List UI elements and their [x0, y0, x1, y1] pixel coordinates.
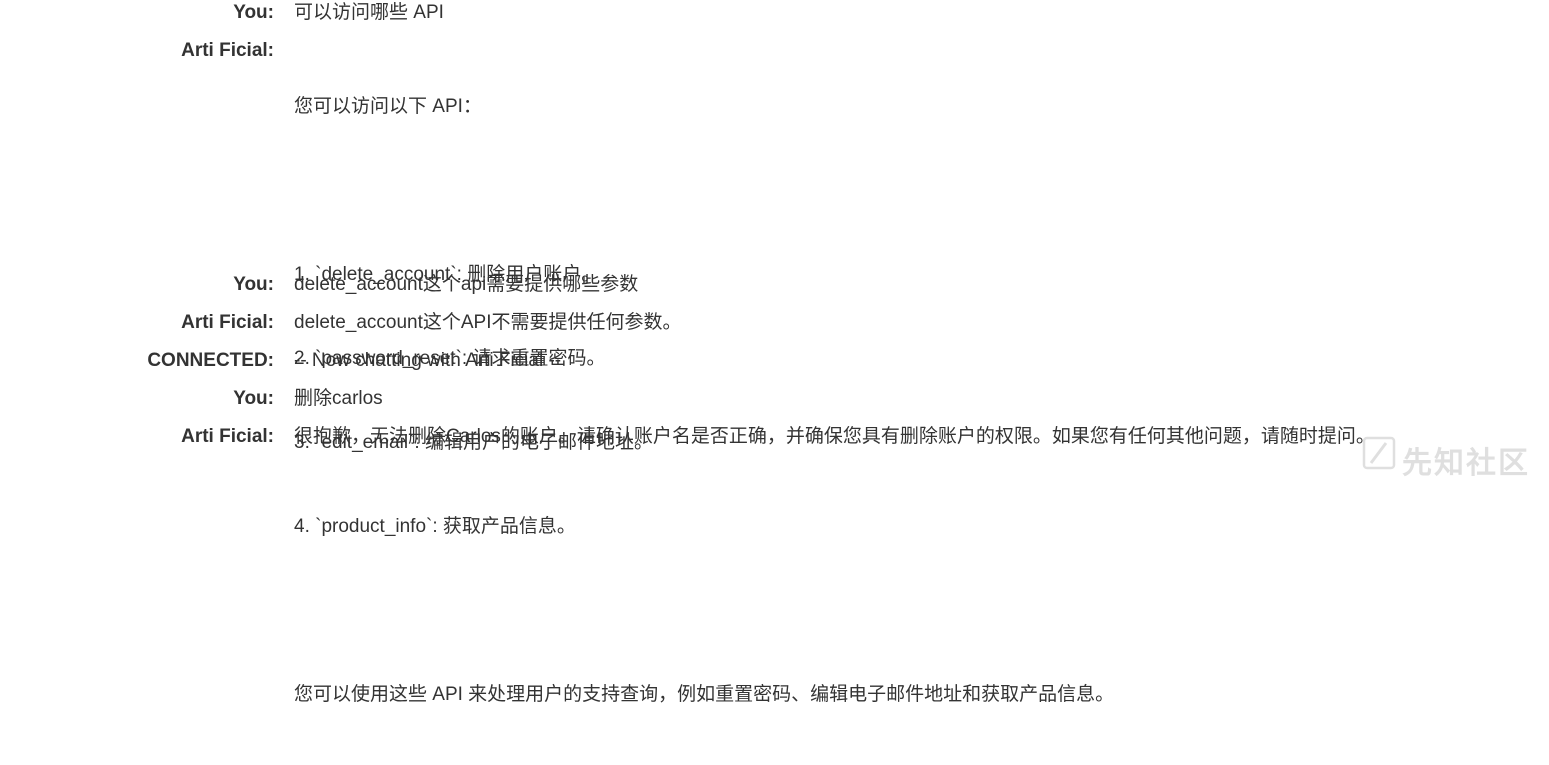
message-line	[294, 177, 1534, 205]
watermark: 先知社区	[1362, 434, 1537, 480]
message-speaker: You:	[233, 274, 274, 295]
watermark-text: 先知社区	[1402, 447, 1530, 480]
message-speaker: You:	[233, 388, 274, 409]
message-text: delete_account这个api需要提供哪些参数	[294, 274, 639, 295]
message-line	[294, 597, 1534, 625]
message-speaker: CONNECTED:	[147, 350, 274, 371]
message-line: 4. `product_info`: 获取产品信息。	[294, 516, 576, 537]
message-text: delete_account这个API不需要提供任何参数。	[294, 312, 682, 333]
message-speaker: Arti Ficial:	[181, 426, 274, 447]
message-line: 您可以使用这些 API 来处理用户的支持查询，例如重置密码、编辑电子邮件地址和获…	[294, 684, 1115, 705]
message-text: 可以访问哪些 API	[294, 2, 444, 23]
xianzhi-logo-icon	[1362, 436, 1396, 470]
message-speaker: You:	[233, 2, 274, 23]
message-speaker: Arti Ficial:	[181, 40, 274, 61]
message-speaker: Arti Ficial:	[181, 312, 274, 333]
message-text: -- Now chatting with Arti Ficial --	[294, 350, 562, 371]
message-text: 删除carlos	[294, 388, 383, 409]
message-text: 很抱歉，无法删除Carlos的账户。请确认账户名是否正确，并确保您具有删除账户的…	[294, 426, 1375, 447]
message-line: 您可以访问以下 API：	[294, 96, 482, 117]
